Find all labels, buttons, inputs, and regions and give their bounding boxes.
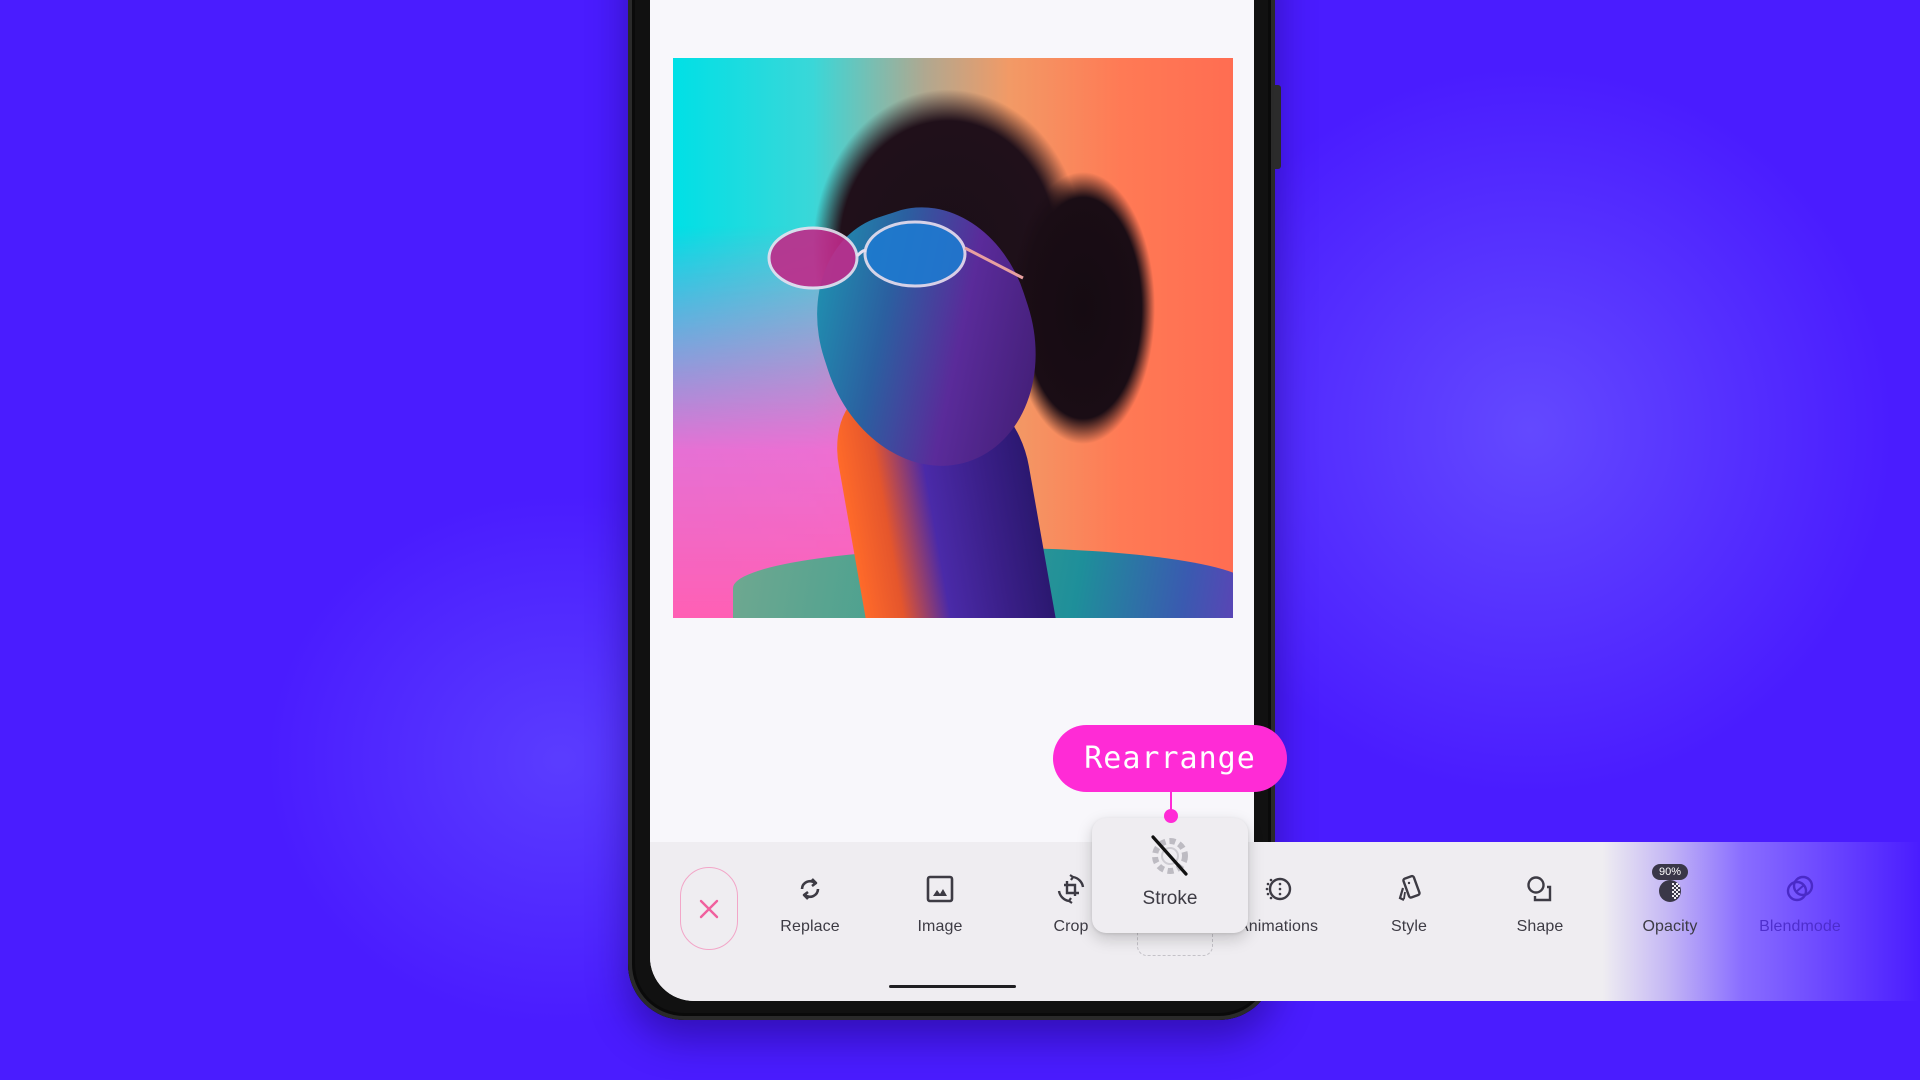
close-icon: [699, 899, 719, 918]
image-icon: [926, 875, 954, 903]
photo-sunglasses: [767, 220, 1024, 290]
replace-icon: [800, 878, 820, 900]
dragging-tool-stroke[interactable]: Stroke: [1092, 818, 1248, 933]
crop-rotate-icon: [1057, 874, 1085, 904]
blendmode-icon: [1786, 875, 1814, 902]
tool-label: Blendmode: [1759, 918, 1841, 935]
tool-label: Opacity: [1642, 918, 1698, 935]
stroke-off-icon: [1151, 835, 1188, 876]
close-button[interactable]: [680, 867, 738, 950]
callout-dot: [1164, 809, 1178, 823]
tool-replace[interactable]: Replace: [750, 868, 870, 938]
rearrange-callout: Rearrange: [1053, 725, 1287, 792]
tool-label: Style: [1390, 918, 1428, 935]
canvas-photo[interactable]: [673, 58, 1233, 618]
tool-style[interactable]: Style: [1349, 868, 1469, 938]
style-icon: [1398, 874, 1421, 901]
shape-icon: [1527, 876, 1552, 902]
tool-shape[interactable]: Shape: [1480, 868, 1600, 938]
phone-side-button: [1274, 85, 1281, 169]
tool-label: Shape: [1516, 918, 1564, 935]
tool-blendmode[interactable]: Blendmode: [1740, 868, 1860, 938]
animations-icon: [1265, 877, 1292, 901]
tool-label: Replace: [780, 918, 840, 935]
opacity-value-badge: 90%: [1652, 864, 1688, 880]
tool-label: Stroke: [1142, 888, 1198, 909]
tool-label: Image: [917, 918, 963, 935]
tool-image[interactable]: Image: [880, 868, 1000, 938]
home-indicator[interactable]: [889, 985, 1016, 988]
